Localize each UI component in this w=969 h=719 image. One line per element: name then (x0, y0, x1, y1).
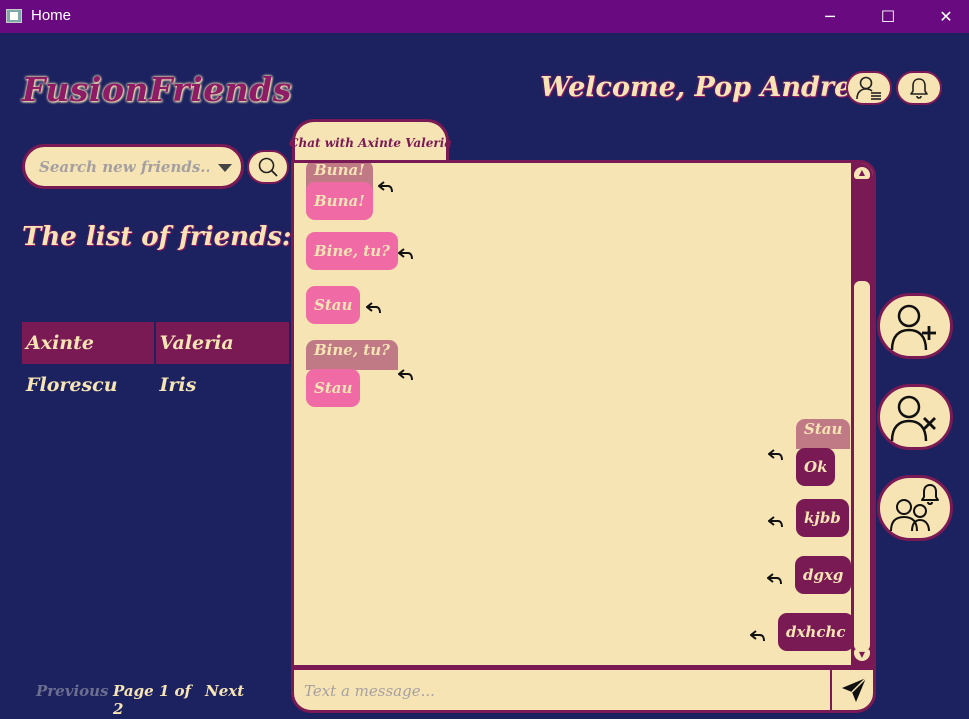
table-row[interactable]: Florescu Iris (22, 364, 289, 406)
sent-message[interactable]: dgxg (795, 556, 852, 594)
chat-tab[interactable]: Chat with Axinte Valeria (289, 119, 452, 163)
friend-requests-button[interactable] (877, 475, 953, 541)
bell-icon (910, 78, 928, 99)
friends-list-title: The list of friends: (22, 222, 292, 252)
sent-message[interactable]: kjbb (796, 499, 849, 537)
close-button[interactable]: ✕ (917, 0, 969, 33)
received-message[interactable]: Bine, tu? (306, 232, 398, 270)
reply-icon[interactable] (768, 515, 784, 529)
scroll-thumb[interactable] (854, 281, 870, 651)
table-row[interactable]: Axinte Valeria (22, 322, 289, 364)
next-page-button[interactable]: Next (205, 682, 244, 718)
app-icon (6, 9, 22, 23)
notifications-button[interactable] (896, 71, 942, 105)
remove-user-icon (890, 395, 936, 442)
window-title: Home (31, 7, 72, 24)
welcome-text: Welcome, Pop Andrei! (540, 72, 874, 103)
pagination: Previous Page 1 of 2 Next (36, 682, 244, 718)
send-button[interactable] (830, 670, 876, 710)
table-cell: Iris (159, 374, 197, 396)
page-indicator: Page 1 of 2 (113, 682, 191, 718)
scroll-down-arrow[interactable]: ▼ (854, 649, 870, 661)
quoted-message: Stau (796, 419, 851, 449)
remove-friend-button[interactable] (877, 384, 953, 450)
search-input[interactable] (39, 156, 209, 178)
add-user-icon (890, 304, 936, 351)
friend-search-combobox[interactable] (22, 144, 244, 189)
chat-messages-panel[interactable]: ▲ ▼ Buna! Buna! Bine, tu? Stau Bine, tu?… (291, 160, 876, 668)
send-icon (842, 677, 867, 702)
reply-icon[interactable] (398, 247, 414, 261)
table-cell: Valeria (159, 332, 234, 354)
add-friend-button[interactable] (877, 293, 953, 359)
reply-icon[interactable] (768, 448, 784, 462)
search-icon (258, 157, 278, 177)
profile-button[interactable] (846, 71, 892, 105)
received-message[interactable]: Buna! (306, 182, 373, 220)
reply-icon[interactable] (366, 301, 382, 315)
message-input[interactable] (304, 680, 804, 702)
sent-message[interactable]: dxhchc (778, 613, 854, 651)
user-list-icon (856, 76, 881, 100)
minimize-button[interactable]: ─ (801, 0, 859, 33)
brand-logo: FusionFriends (22, 70, 292, 109)
sent-message[interactable]: Ok (796, 448, 836, 486)
message-composer (291, 667, 876, 713)
table-cell: Florescu (26, 374, 118, 396)
received-message[interactable]: Stau (306, 286, 361, 324)
friends-table: Axinte Valeria Florescu Iris (22, 322, 289, 406)
chevron-down-icon[interactable] (218, 164, 232, 172)
reply-icon[interactable] (398, 368, 414, 382)
maximize-button[interactable]: ☐ (859, 0, 917, 33)
reply-icon[interactable] (750, 629, 766, 643)
window-titlebar: Home ─ ☐ ✕ (0, 0, 969, 33)
table-cell: Axinte (22, 322, 156, 364)
group-bell-icon (890, 484, 939, 532)
scroll-up-arrow[interactable]: ▲ (854, 167, 870, 179)
search-button[interactable] (247, 150, 289, 184)
received-message[interactable]: Stau (306, 369, 361, 407)
previous-page-button[interactable]: Previous (36, 682, 113, 718)
quoted-message: Bine, tu? (306, 340, 398, 370)
chat-scrollbar[interactable]: ▲ ▼ (851, 163, 873, 665)
reply-icon[interactable] (378, 180, 394, 194)
reply-icon[interactable] (767, 572, 783, 586)
